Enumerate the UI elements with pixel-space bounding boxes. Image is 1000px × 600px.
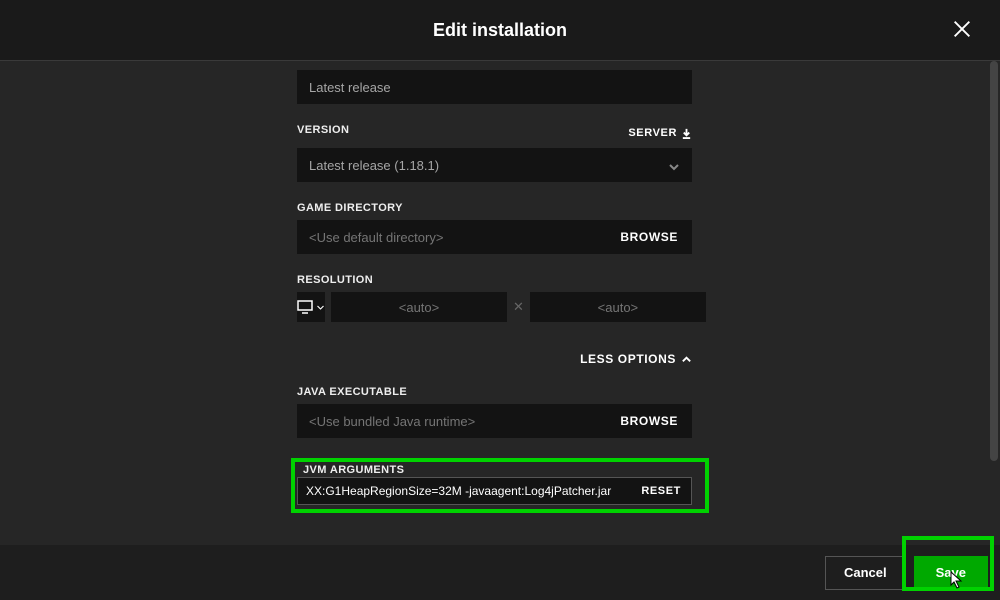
close-icon — [951, 18, 973, 40]
game-directory-section: GAME DIRECTORY BROWSE — [297, 202, 692, 254]
java-executable-section: JAVA EXECUTABLE BROWSE — [297, 386, 692, 438]
resolution-separator: ✕ — [513, 299, 524, 315]
titlebar: Edit installation — [0, 0, 1000, 60]
scroll-thumb[interactable] — [990, 61, 998, 461]
download-icon — [681, 128, 692, 139]
close-button[interactable] — [951, 18, 975, 42]
reset-button[interactable]: RESET — [631, 478, 691, 504]
name-section — [297, 70, 692, 104]
aspect-ratio-select[interactable] — [297, 292, 325, 322]
edit-installation-modal: Edit installation VERSION SERVER — [0, 0, 1000, 600]
java-executable-label: JAVA EXECUTABLE — [297, 386, 692, 398]
modal-title: Edit installation — [433, 20, 567, 41]
version-section: VERSION SERVER — [297, 124, 692, 182]
jvm-arguments-input[interactable] — [298, 478, 631, 504]
resolution-label: RESOLUTION — [297, 274, 692, 286]
resolution-height-input[interactable] — [530, 292, 706, 322]
jvm-arguments-row: RESET — [297, 477, 692, 505]
game-directory-input[interactable] — [297, 220, 606, 254]
content-area: VERSION SERVER GAME DIRECTORY — [0, 60, 1000, 545]
less-options-label: LESS OPTIONS — [580, 352, 676, 366]
game-directory-label: GAME DIRECTORY — [297, 202, 692, 214]
version-label: VERSION — [297, 124, 349, 136]
chevron-up-icon — [681, 354, 692, 365]
resolution-section: RESOLUTION ✕ — [297, 274, 692, 322]
browse-button[interactable]: BROWSE — [606, 404, 692, 438]
save-button[interactable]: Save — [914, 556, 988, 590]
monitor-icon — [297, 300, 313, 314]
java-executable-input[interactable] — [297, 404, 606, 438]
jvm-arguments-label: JVM ARGUMENTS — [303, 464, 404, 476]
scroll-area: VERSION SERVER GAME DIRECTORY — [0, 70, 1000, 458]
chevron-down-icon — [316, 303, 325, 312]
name-input[interactable] — [297, 70, 692, 104]
less-options-toggle[interactable]: LESS OPTIONS — [297, 352, 692, 366]
footer: Cancel Save — [0, 545, 1000, 600]
scrollbar[interactable] — [988, 61, 1000, 541]
version-select[interactable] — [297, 148, 692, 182]
browse-button[interactable]: BROWSE — [606, 220, 692, 254]
cancel-button[interactable]: Cancel — [825, 556, 906, 590]
server-link[interactable]: SERVER — [628, 127, 692, 139]
server-link-text: SERVER — [628, 127, 677, 139]
version-value[interactable] — [297, 148, 692, 182]
resolution-width-input[interactable] — [331, 292, 507, 322]
form: VERSION SERVER GAME DIRECTORY — [297, 70, 692, 438]
